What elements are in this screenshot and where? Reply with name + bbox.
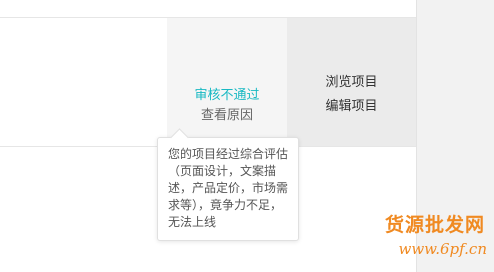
- status-cell: [167, 18, 287, 146]
- watermark: 货源批发网 www.6pf.cn: [375, 210, 491, 266]
- status-badge: 审核不通过: [194, 88, 260, 103]
- view-reason-link[interactable]: 查看原因: [167, 107, 287, 125]
- edit-project-link[interactable]: 编辑项目: [287, 98, 416, 116]
- watermark-title: 货源批发网: [384, 214, 485, 236]
- tooltip-message: 您的项目经过综合评估（页面设计，文案描述，产品定价，市场需求等），竟争力不足，无…: [168, 147, 289, 229]
- table-top-strip: [0, 0, 416, 18]
- rejection-reason-tooltip: 您的项目经过综合评估（页面设计，文案描述，产品定价，市场需求等），竟争力不足，无…: [157, 128, 299, 241]
- watermark-url: www.6pf.cn: [398, 240, 488, 258]
- browse-project-link[interactable]: 浏览项目: [287, 74, 416, 92]
